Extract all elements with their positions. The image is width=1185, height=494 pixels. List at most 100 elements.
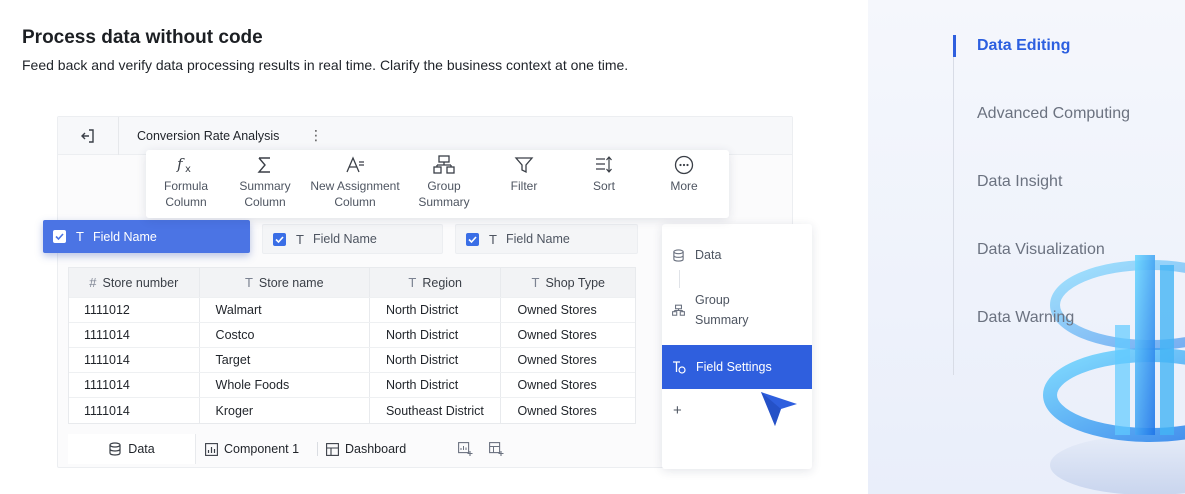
header-divider [118, 117, 119, 155]
add-component-icon[interactable] [458, 442, 473, 457]
data-table: # Store number T Store name T Region T S… [68, 267, 636, 424]
bottom-tab-bar: Data Component 1 Dashboard [68, 434, 658, 464]
nav-active-indicator [953, 35, 956, 57]
nav-item-data-warning[interactable]: Data Warning [977, 309, 1074, 327]
column-header-store-number[interactable]: # Store number [69, 268, 200, 297]
hero-subtitle: Feed back and verify data processing res… [22, 57, 629, 73]
tab-divider [317, 442, 318, 456]
table-cell: Costco [200, 323, 370, 347]
table-header-row: # Store number T Store name T Region T S… [69, 268, 635, 298]
svg-text:f: f [176, 155, 185, 173]
table-cell: Target [200, 348, 370, 372]
column-header-label: Store name [258, 275, 324, 290]
table-cell: Owned Stores [517, 303, 597, 317]
field-chip[interactable]: T Field Name [262, 224, 443, 254]
nav-item-data-editing[interactable]: Data Editing [977, 37, 1070, 55]
step-label-line2: Summary [695, 313, 749, 327]
report-title: Conversion Rate Analysis [137, 129, 280, 143]
pointer-cursor-icon [761, 392, 797, 426]
checkbox-checked-icon[interactable] [466, 232, 479, 246]
step-group-summary[interactable]: Group Summary [662, 290, 812, 330]
text-type-icon: T [244, 275, 253, 290]
table-cell: Whole Foods [200, 373, 370, 397]
table-cell: North District [370, 298, 502, 322]
step-connector [679, 270, 680, 288]
tool-label-line1: Summary [239, 179, 291, 193]
database-icon [673, 248, 684, 262]
hero-title: Process data without code [22, 27, 263, 48]
table-cell: Owned Stores [517, 328, 597, 342]
more-icon [674, 155, 694, 175]
field-chip-selected[interactable]: T Field Name [43, 220, 250, 253]
tool-label-line2: Column [244, 195, 286, 209]
processing-toolbar: f x Formula Column Summary Column New As… [146, 150, 729, 218]
nav-track [953, 35, 954, 375]
tab-data[interactable]: Data [68, 434, 196, 464]
step-label-line1: Group [695, 293, 730, 307]
back-icon[interactable] [80, 128, 96, 144]
column-header-shop-type[interactable]: T Shop Type [501, 268, 635, 297]
column-header-region[interactable]: T Region [370, 268, 502, 297]
table-cell: North District [370, 323, 502, 347]
tool-label-line2: Column [334, 195, 376, 209]
tool-label-line2: Summary [418, 195, 470, 209]
checkbox-checked-icon[interactable] [53, 230, 66, 243]
filter-icon [514, 157, 534, 174]
tab-component[interactable]: Component 1 [205, 434, 299, 464]
field-chip-label: Field Name [92, 229, 157, 244]
table-cell: 1111014 [69, 348, 200, 372]
table-row[interactable]: 1111014 Whole Foods North District Owned… [69, 373, 635, 398]
table-cell: Kroger [200, 398, 370, 423]
sigma-icon [257, 157, 270, 173]
table-cell: Owned Stores [517, 353, 597, 367]
number-type-icon: # [89, 275, 97, 290]
tool-summary-column[interactable]: Summary Column [217, 154, 313, 210]
field-chip[interactable]: T Field Name [455, 224, 638, 254]
step-data[interactable]: Data [662, 244, 812, 266]
left-section: Process data without code Feed back and … [0, 0, 868, 494]
table-cell: North District [370, 373, 502, 397]
table-row[interactable]: 1111014 Costco North District Owned Stor… [69, 323, 635, 348]
table-cell: 1111014 [69, 323, 200, 347]
group-icon [672, 304, 685, 316]
field-settings-icon [673, 361, 686, 374]
column-header-label: Shop Type [545, 275, 605, 290]
dashboard-icon [326, 442, 339, 456]
sort-icon [596, 156, 612, 173]
tool-new-assignment-column[interactable]: New Assignment Column [307, 154, 403, 210]
report-menu-icon[interactable]: ⋮ [309, 127, 323, 144]
nav-item-data-visualization[interactable]: Data Visualization [977, 241, 1105, 259]
table-cell: Owned Stores [517, 403, 597, 418]
table-cell: Walmart [200, 298, 370, 322]
checkbox-checked-icon[interactable] [273, 232, 286, 246]
chart-component-icon [205, 442, 218, 456]
fx-icon: f x [176, 155, 191, 175]
table-row[interactable]: 1111014 Target North District Owned Stor… [69, 348, 635, 373]
table-cell: 1111014 [69, 398, 200, 423]
table-row[interactable]: 1111012 Walmart North District Owned Sto… [69, 298, 635, 323]
text-type-icon: T [296, 231, 304, 247]
text-type-icon: T [76, 229, 84, 244]
database-icon [109, 442, 121, 456]
step-field-settings[interactable]: Field Settings [662, 345, 812, 389]
step-label: Data [695, 248, 722, 262]
text-type-icon: T [408, 275, 417, 290]
tab-label: Data [128, 442, 155, 456]
table-cell: 1111012 [69, 298, 200, 322]
tool-label-line1: New Assignment [310, 179, 400, 193]
tab-label: Dashboard [345, 442, 407, 456]
step-label: Field Settings [696, 360, 772, 374]
nav-item-advanced-computing[interactable]: Advanced Computing [977, 105, 1130, 123]
column-header-store-name[interactable]: T Store name [200, 268, 370, 297]
svg-text:x: x [185, 164, 191, 175]
text-type-icon: T [489, 231, 497, 247]
group-icon [433, 155, 455, 174]
tab-dashboard[interactable]: Dashboard [326, 434, 406, 464]
field-chip-label: Field Name [505, 232, 570, 246]
table-row[interactable]: 1111014 Kroger Southeast District Owned … [69, 398, 635, 423]
column-header-label: Store number [102, 275, 179, 290]
nav-item-data-insight[interactable]: Data Insight [977, 173, 1062, 191]
tool-more[interactable]: More [636, 154, 732, 194]
tool-label-line1: More [670, 179, 698, 193]
add-dashboard-icon[interactable] [489, 442, 504, 457]
